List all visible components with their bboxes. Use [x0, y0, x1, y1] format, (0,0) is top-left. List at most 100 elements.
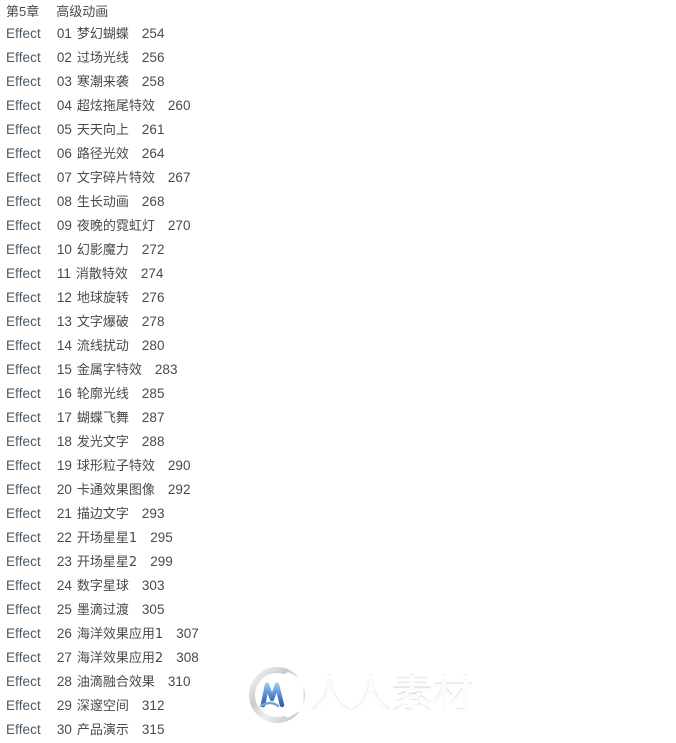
entry-page-number: 310	[167, 674, 191, 689]
entry-page-number: 280	[141, 338, 165, 353]
entry-label: Effect	[6, 482, 41, 497]
toc-entry-row[interactable]: Effect 02 过场光线 256	[0, 46, 676, 70]
entry-title: 文字爆破	[76, 315, 129, 330]
toc-entry-row[interactable]: Effect 12 地球旋转 276	[0, 286, 676, 310]
entry-title: 产品演示	[76, 723, 129, 738]
entry-number: 30	[56, 722, 72, 737]
entry-number: 16	[56, 386, 72, 401]
toc-entry-row[interactable]: Effect 13 文字爆破 278	[0, 310, 676, 334]
entry-title: 深邃空间	[76, 699, 129, 714]
toc-entry-row[interactable]: Effect 20 卡通效果图像 292	[0, 478, 676, 502]
entry-label: Effect	[6, 698, 41, 713]
toc-entry-row[interactable]: Effect 11 消散特效 274	[0, 262, 676, 286]
toc-entry-row[interactable]: Effect 05 天天向上 261	[0, 118, 676, 142]
toc-entry-row[interactable]: Effect 25 墨滴过渡 305	[0, 598, 676, 622]
toc-entry-row[interactable]: Effect 22 开场星星1 295	[0, 526, 676, 550]
entry-label: Effect	[6, 578, 41, 593]
entry-number: 24	[56, 578, 72, 593]
entry-number: 29	[56, 698, 72, 713]
toc-entry-row[interactable]: Effect 26 海洋效果应用1 307	[0, 622, 676, 646]
toc-entry-row[interactable]: Effect 04 超炫拖尾特效 260	[0, 94, 676, 118]
entry-number: 01	[56, 26, 72, 41]
entry-title: 球形粒子特效	[76, 459, 155, 474]
toc-entry-row[interactable]: Effect 29 深邃空间 312	[0, 694, 676, 718]
entry-label: Effect	[6, 218, 41, 233]
toc-entry-row[interactable]: Effect 07 文字碎片特效 267	[0, 166, 676, 190]
entry-page-number: 267	[167, 170, 191, 185]
entry-page-number: 303	[141, 578, 165, 593]
entry-number: 28	[56, 674, 72, 689]
entry-number: 19	[56, 458, 72, 473]
entry-number: 25	[56, 602, 72, 617]
entry-title: 发光文字	[76, 435, 129, 450]
toc-entry-row[interactable]: Effect 17 蝴蝶飞舞 287	[0, 406, 676, 430]
entry-number: 17	[56, 410, 72, 425]
entry-page-number: 278	[141, 314, 165, 329]
entry-page-number: 293	[141, 506, 165, 521]
entry-number: 11	[56, 266, 71, 281]
entry-title: 开场星星1	[76, 531, 138, 546]
toc-entry-row[interactable]: Effect 30 产品演示 315	[0, 718, 676, 742]
entry-number: 18	[56, 434, 72, 449]
entry-label: Effect	[6, 674, 41, 689]
entry-page-number: 254	[141, 26, 165, 41]
entry-number: 15	[56, 362, 72, 377]
entry-label: Effect	[6, 362, 41, 377]
toc-entry-row[interactable]: Effect 06 路径光效 264	[0, 142, 676, 166]
entry-title: 流线扰动	[76, 339, 129, 354]
toc-entry-row[interactable]: Effect 10 幻影魔力 272	[0, 238, 676, 262]
entry-label: Effect	[6, 242, 41, 257]
entry-label: Effect	[6, 554, 41, 569]
entry-page-number: 270	[167, 218, 191, 233]
entry-label: Effect	[6, 458, 41, 473]
entry-page-number: 292	[167, 482, 191, 497]
entry-page-number: 299	[150, 554, 173, 569]
entry-page-number: 307	[176, 626, 199, 641]
entry-label: Effect	[6, 290, 41, 305]
entry-page-number: 283	[154, 362, 178, 377]
entry-title: 金属字特效	[76, 363, 142, 378]
entry-label: Effect	[6, 602, 41, 617]
entry-number: 04	[56, 98, 72, 113]
toc-entry-row[interactable]: Effect 18 发光文字 288	[0, 430, 676, 454]
entry-label: Effect	[6, 434, 41, 449]
entry-label: Effect	[6, 530, 41, 545]
entry-number: 13	[56, 314, 72, 329]
toc-entry-row[interactable]: Effect 15 金属字特效 283	[0, 358, 676, 382]
entry-label: Effect	[6, 74, 41, 89]
toc-entry-row[interactable]: Effect 08 生长动画 268	[0, 190, 676, 214]
toc-entry-list: Effect 01 梦幻蝴蝶 254 Effect 02 过场光线 256 Effect 03…	[0, 22, 676, 742]
entry-label: Effect	[6, 98, 41, 113]
chapter-heading: 第5章 高级动画	[6, 2, 108, 22]
entry-number: 08	[56, 194, 72, 209]
toc-entry-row[interactable]: Effect 28 油滴融合效果 310	[0, 670, 676, 694]
entry-label: Effect	[6, 170, 41, 185]
entry-page-number: 261	[141, 122, 165, 137]
entry-page-number: 276	[141, 290, 165, 305]
toc-entry-row[interactable]: Effect 24 数字星球 303	[0, 574, 676, 598]
toc-entry-row[interactable]: Effect 14 流线扰动 280	[0, 334, 676, 358]
entry-label: Effect	[6, 410, 41, 425]
toc-entry-row[interactable]: Effect 03 寒潮来袭 258	[0, 70, 676, 94]
entry-label: Effect	[6, 194, 41, 209]
entry-number: 07	[56, 170, 72, 185]
entry-title: 生长动画	[76, 195, 129, 210]
toc-entry-row[interactable]: Effect 09 夜晚的霓虹灯 270	[0, 214, 676, 238]
entry-page-number: 305	[141, 602, 165, 617]
toc-entry-row[interactable]: Effect 19 球形粒子特效 290	[0, 454, 676, 478]
toc-entry-row[interactable]: Effect 27 海洋效果应用2 308	[0, 646, 676, 670]
toc-entry-row[interactable]: Effect 23 开场星星2 299	[0, 550, 676, 574]
entry-title: 寒潮来袭	[76, 75, 129, 90]
entry-title: 路径光效	[76, 147, 129, 162]
entry-label: Effect	[6, 26, 41, 41]
entry-number: 22	[56, 530, 72, 545]
entry-label: Effect	[6, 266, 41, 281]
entry-page-number: 268	[141, 194, 165, 209]
entry-title: 描边文字	[76, 507, 129, 522]
toc-entry-row[interactable]: Effect 21 描边文字 293	[0, 502, 676, 526]
entry-title: 海洋效果应用1	[76, 627, 164, 642]
entry-page-number: 256	[141, 50, 165, 65]
toc-entry-row[interactable]: Effect 16 轮廓光线 285	[0, 382, 676, 406]
toc-entry-row[interactable]: Effect 01 梦幻蝴蝶 254	[0, 22, 676, 46]
entry-title: 海洋效果应用2	[76, 651, 164, 666]
